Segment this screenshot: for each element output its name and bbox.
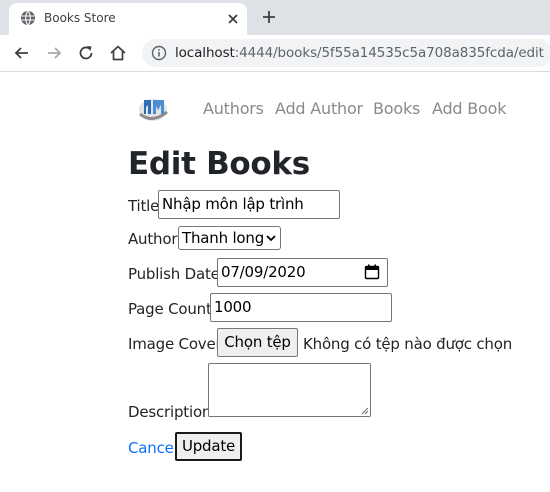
page-count-label: Page Count	[128, 300, 212, 318]
author-selected-value: Thanh long	[182, 229, 265, 247]
title-input[interactable]: Nhập môn lập trình	[158, 190, 340, 219]
browser-tabstrip: Books Store	[0, 0, 550, 35]
close-icon[interactable]	[225, 11, 241, 27]
calendar-icon[interactable]	[364, 264, 380, 280]
cancel-link[interactable]: Cancel	[128, 439, 178, 457]
file-status-text: Không có tệp nào được chọn	[303, 335, 513, 353]
page-count-input[interactable]: 1000	[210, 293, 392, 322]
resize-grip-icon[interactable]	[361, 407, 369, 415]
image-cover-label: Image Cover	[128, 335, 222, 353]
page-title: Edit Books	[128, 146, 310, 182]
update-button[interactable]: Update	[175, 432, 242, 461]
url-host: localhost	[175, 45, 235, 61]
nav-link-add-author[interactable]: Add Author	[275, 99, 363, 118]
description-textarea[interactable]	[208, 363, 371, 417]
nav-link-add-book[interactable]: Add Book	[432, 99, 506, 118]
nav-link-authors[interactable]: Authors	[203, 99, 264, 118]
title-label: Title	[128, 197, 160, 215]
url-path: :4444/books/5f55a14535c5a708a835fcda/edi…	[234, 45, 544, 61]
back-arrow-icon[interactable]	[12, 43, 32, 63]
tab-title: Books Store	[44, 11, 116, 25]
globe-icon	[21, 10, 35, 26]
address-bar[interactable]: localhost:4444/books/5f55a14535c5a708a83…	[142, 39, 550, 67]
home-icon[interactable]	[108, 43, 128, 63]
nav-link-books[interactable]: Books	[373, 99, 420, 118]
chevron-down-icon	[266, 235, 276, 242]
publish-date-input[interactable]: 07/09/2020	[217, 258, 388, 287]
browser-toolbar: localhost:4444/books/5f55a14535c5a708a83…	[0, 35, 550, 72]
choose-file-button[interactable]: Chọn tệp	[217, 328, 298, 357]
info-icon[interactable]	[151, 45, 167, 61]
description-label: Description	[128, 403, 212, 421]
forward-arrow-icon[interactable]	[44, 43, 64, 63]
publish-date-label: Publish Date	[128, 265, 220, 283]
browser-tab[interactable]: Books Store	[9, 3, 247, 35]
author-label: Author	[128, 230, 178, 248]
site-logo[interactable]	[136, 90, 172, 126]
author-select[interactable]: Thanh long	[178, 226, 281, 250]
url-text: localhost:4444/books/5f55a14535c5a708a83…	[175, 45, 544, 61]
plus-icon[interactable]	[260, 8, 278, 26]
reload-icon[interactable]	[76, 43, 96, 63]
publish-date-value: 07/09/2020	[221, 263, 306, 281]
